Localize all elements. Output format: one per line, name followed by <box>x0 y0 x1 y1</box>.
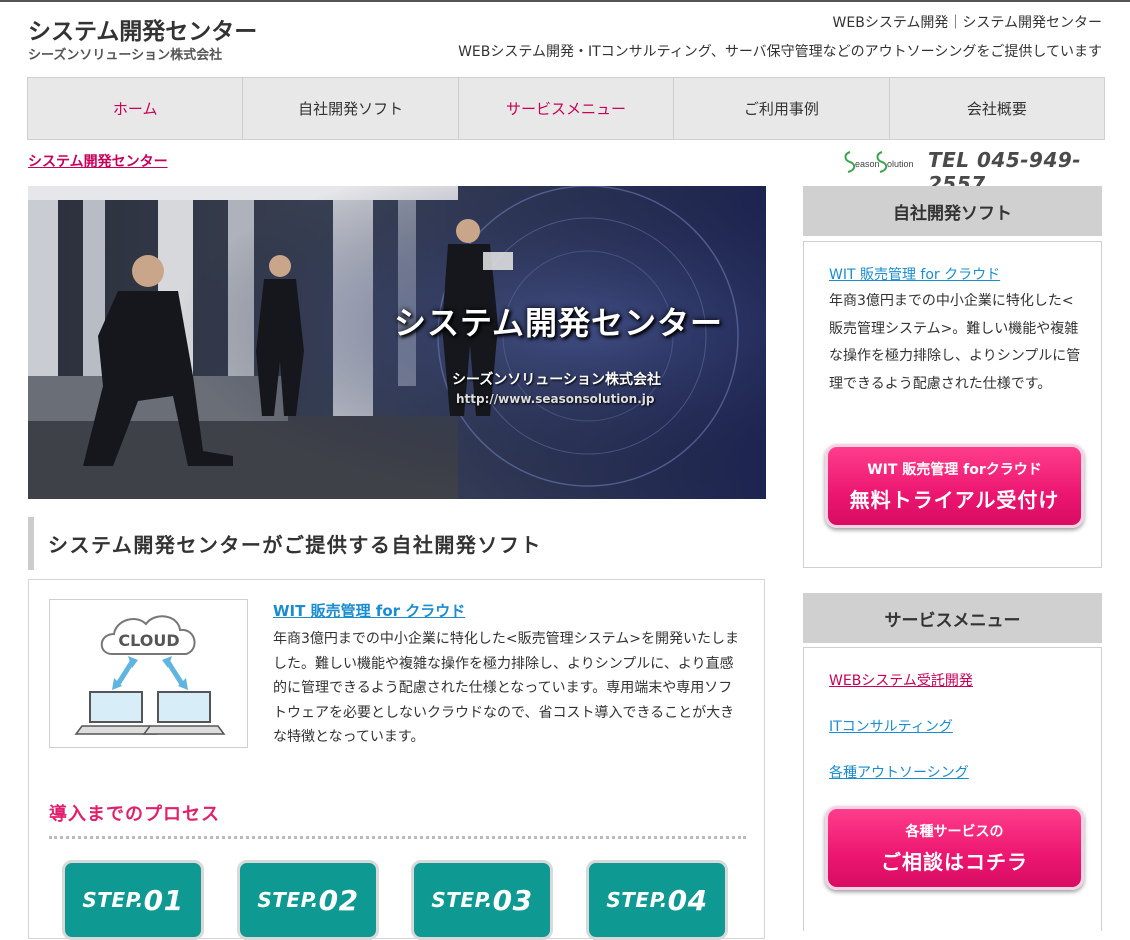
svg-text:eason: eason <box>855 159 880 169</box>
process-divider <box>49 836 746 839</box>
hero-url: http://www.seasonsolution.jp <box>456 392 655 406</box>
step-number: 04 <box>667 883 708 917</box>
step-01-button[interactable]: STEP. 01 <box>62 860 204 940</box>
sidebar-service-it-consulting[interactable]: ITコンサルティング <box>829 716 953 736</box>
consultation-button-line2: ご相談はコチラ <box>881 850 1028 874</box>
svg-text:olution: olution <box>887 159 914 169</box>
nav-item-home[interactable]: ホーム <box>28 78 244 139</box>
free-trial-button-line1: WIT 販売管理 forクラウド <box>867 462 1042 478</box>
cloud-diagram-icon: CLOUD <box>74 615 226 735</box>
sidebar-services-box: WEBシステム受託開発 ITコンサルティング 各種アウトソーシング 各種サービス… <box>803 647 1102 931</box>
consultation-button-line1: 各種サービスの <box>905 824 1004 840</box>
step-prefix: STEP. <box>257 888 319 912</box>
hero-banner: システム開発センター シーズンソリューション株式会社 http://www.se… <box>28 186 766 499</box>
season-solution-logo: eason olution <box>844 151 914 173</box>
step-number: 02 <box>318 883 359 917</box>
sidebar-service-outsourcing[interactable]: 各種アウトソーシング <box>829 762 969 782</box>
top-border <box>0 0 1130 2</box>
process-title: 導入までのプロセス <box>49 804 220 825</box>
section-title: システム開発センターがご提供する自社開発ソフト <box>28 517 765 570</box>
sidebar-software-description: 年商3億円までの中小企業に特化した<販売管理システム>。難しい機能や複雑な操作を… <box>829 293 1081 392</box>
sidebar-software-link[interactable]: WIT 販売管理 for クラウド <box>829 264 1000 284</box>
sidebar-software-heading: 自社開発ソフト <box>803 186 1102 236</box>
cloud-label: CLOUD <box>118 631 179 650</box>
hero-company: シーズンソリューション株式会社 <box>452 372 662 388</box>
product-content-box: CLOUD WIT 販売管理 for クラウド 年商3億円までの中小企業に特化し… <box>28 579 765 940</box>
step-02-button[interactable]: STEP. 02 <box>237 860 379 940</box>
cloud-thumbnail: CLOUD <box>49 599 248 748</box>
site-logo-title[interactable]: システム開発センター <box>28 12 257 46</box>
step-number: 01 <box>143 883 184 917</box>
step-prefix: STEP. <box>82 888 144 912</box>
nav-item-cases[interactable]: ご利用事例 <box>674 78 890 139</box>
nav-item-company[interactable]: 会社概要 <box>890 78 1104 139</box>
step-prefix: STEP. <box>431 888 493 912</box>
step-prefix: STEP. <box>606 888 668 912</box>
step-03-button[interactable]: STEP. 03 <box>411 860 553 940</box>
hero-title: システム開発センター <box>394 304 724 342</box>
nav-item-software[interactable]: 自社開発ソフト <box>243 78 459 139</box>
header-tagline: WEBシステム開発｜システム開発センター <box>832 15 1102 31</box>
nav-item-services[interactable]: サービスメニュー <box>459 78 675 139</box>
global-nav: ホーム 自社開発ソフト サービスメニュー ご利用事例 会社概要 <box>27 77 1105 140</box>
step-04-button[interactable]: STEP. 04 <box>586 860 728 940</box>
sidebar-services-heading: サービスメニュー <box>803 593 1102 643</box>
free-trial-button-line2: 無料トライアル受付け <box>849 488 1060 512</box>
company-name: シーズンソリューション株式会社 <box>28 48 223 63</box>
consultation-button[interactable]: 各種サービスの ご相談はコチラ <box>825 806 1084 890</box>
sidebar-service-web-dev[interactable]: WEBシステム受託開発 <box>829 670 973 690</box>
breadcrumb[interactable]: システム開発センター <box>28 151 168 171</box>
free-trial-button[interactable]: WIT 販売管理 forクラウド 無料トライアル受付け <box>825 444 1084 528</box>
product-description: 年商3億円までの中小企業に特化した<販売管理システム>を開発いたしました。難しい… <box>273 631 739 745</box>
step-number: 03 <box>492 883 533 917</box>
header-description: WEBシステム開発・ITコンサルティング、サーバ保守管理などのアウトソーシングを… <box>458 44 1102 60</box>
sidebar-software-box: WIT 販売管理 for クラウド 年商3億円までの中小企業に特化した<販売管理… <box>803 241 1102 568</box>
product-link[interactable]: WIT 販売管理 for クラウド <box>273 600 465 621</box>
